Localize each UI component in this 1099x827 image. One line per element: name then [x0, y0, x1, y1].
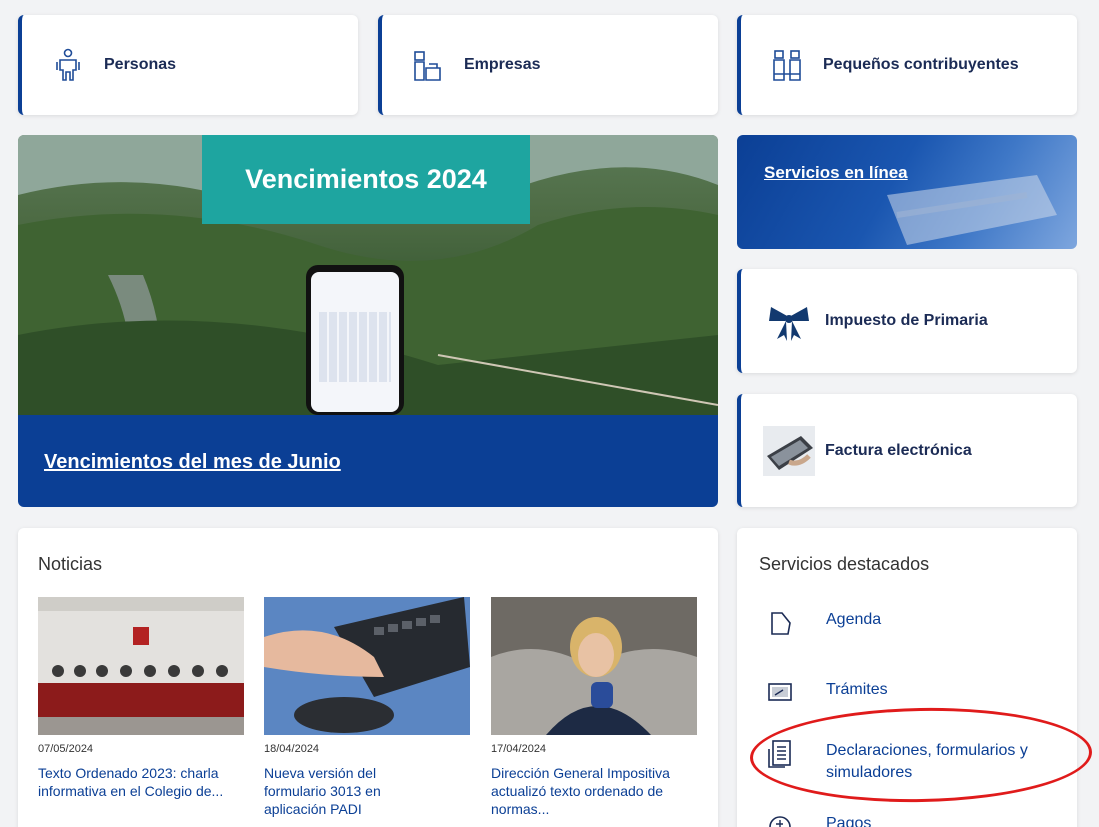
news-image-3[interactable] [491, 597, 697, 735]
hero-banner[interactable]: Vencimientos 2024 Vencimientos del mes d… [18, 135, 718, 507]
laptop-image [887, 175, 1057, 245]
featured-item-tramites[interactable]: Trámites [766, 679, 888, 707]
banner-title: Vencimientos 2024 [245, 164, 487, 194]
featured-label: Trámites [826, 681, 888, 698]
primaria-card[interactable]: Impuesto de Primaria [737, 269, 1077, 373]
person-icon [50, 47, 86, 83]
category-label: Empresas [464, 56, 541, 73]
category-card-empresas[interactable]: Empresas [378, 15, 718, 115]
small-taxpayers-icon [769, 47, 805, 83]
news-date-3: 17/04/2024 [491, 743, 547, 755]
featured-label: Agenda [826, 611, 882, 628]
category-card-personas[interactable]: Personas [18, 15, 358, 115]
news-date-2: 18/04/2024 [264, 743, 320, 755]
companies-icon [410, 47, 446, 83]
agenda-icon [766, 609, 794, 637]
factura-card[interactable]: Factura electrónica [737, 394, 1077, 507]
news-image-1[interactable] [38, 597, 244, 735]
news-title-1[interactable]: Texto Ordenado 2023: charla informativa … [38, 764, 228, 800]
primaria-label: Impuesto de Primaria [825, 312, 988, 329]
featured-item-pagos[interactable]: Pagos [766, 813, 871, 827]
featured-item-agenda[interactable]: Agenda [766, 609, 881, 637]
news-date-1: 07/05/2024 [38, 743, 94, 755]
category-label: Pequeños contribuyentes [823, 56, 1019, 73]
featured-title: Servicios destacados [759, 554, 930, 574]
hero-link[interactable]: Vencimientos del mes de Junio [44, 451, 341, 474]
featured-label: Pagos [826, 815, 872, 827]
news-image-2[interactable] [264, 597, 470, 735]
category-label: Personas [104, 56, 177, 73]
banner-title-box: Vencimientos 2024 [202, 135, 530, 224]
online-services-link[interactable]: Servicios en línea [764, 163, 908, 183]
forms-icon [766, 740, 794, 768]
featured-item-declaraciones[interactable]: Declaraciones, formularios y simuladores [766, 740, 1066, 784]
news-title-3[interactable]: Dirección General Impositiva actualizó t… [491, 764, 691, 818]
news-title: Noticias [38, 554, 103, 574]
procedures-icon [766, 679, 794, 707]
news-title-2[interactable]: Nueva versión del formulario 3013 en apl… [264, 764, 424, 818]
factura-label: Factura electrónica [825, 441, 972, 459]
phone-image [306, 265, 404, 415]
featured-label: Declaraciones, formularios y simuladores [826, 742, 1028, 781]
ribbon-icon [763, 295, 815, 347]
online-services-banner[interactable]: Servicios en línea [737, 135, 1077, 249]
laptop-photo-icon [763, 425, 815, 477]
payments-icon [766, 813, 794, 827]
category-card-pequenos[interactable]: Pequeños contribuyentes [737, 15, 1077, 115]
